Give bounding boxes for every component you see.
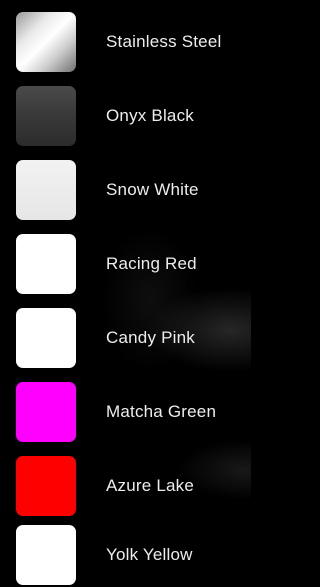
color-swatch <box>16 160 76 220</box>
color-option-matcha-green[interactable]: Matcha Green <box>0 382 251 442</box>
color-option-snow-white[interactable]: Snow White <box>0 160 251 220</box>
color-swatch <box>16 456 76 516</box>
color-swatch <box>16 525 76 585</box>
color-swatch <box>16 308 76 368</box>
color-option-candy-pink[interactable]: Candy Pink <box>0 308 251 368</box>
color-swatch <box>16 12 76 72</box>
color-label: Candy Pink <box>106 328 195 347</box>
color-swatch <box>16 86 76 146</box>
color-label: Yolk Yellow <box>106 545 193 564</box>
color-label: Stainless Steel <box>106 32 222 51</box>
color-label: Racing Red <box>106 254 197 273</box>
color-option-stainless-steel[interactable]: Stainless Steel <box>0 12 251 72</box>
color-label: Onyx Black <box>106 106 194 125</box>
color-option-onyx-black[interactable]: Onyx Black <box>0 86 251 146</box>
color-label: Azure Lake <box>106 476 194 495</box>
color-swatch <box>16 234 76 294</box>
color-label: Snow White <box>106 180 199 199</box>
color-option-racing-red[interactable]: Racing Red <box>0 234 251 294</box>
color-swatch <box>16 382 76 442</box>
color-label: Matcha Green <box>106 402 217 421</box>
color-option-azure-lake[interactable]: Azure Lake <box>0 456 251 516</box>
color-option-yolk-yellow[interactable]: Yolk Yellow <box>0 525 251 585</box>
